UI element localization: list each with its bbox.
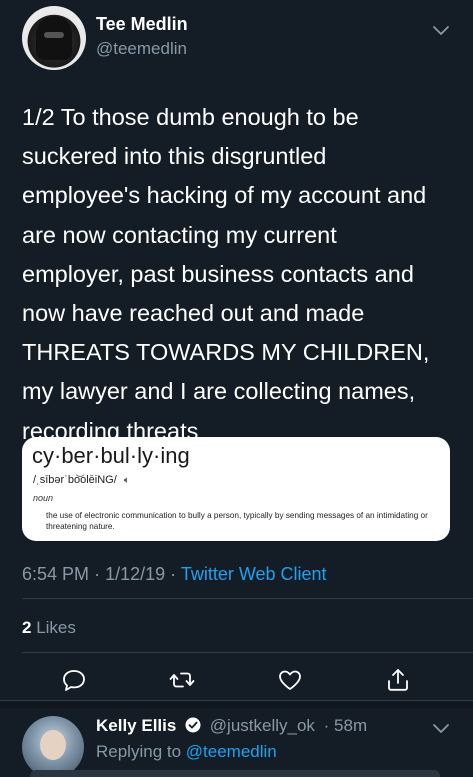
reply-time[interactable]: · 58m [324,716,367,735]
chevron-down-icon[interactable] [431,722,451,736]
tweet-text-line: are now contacting my current [22,221,337,248]
chevron-down-icon[interactable] [431,24,451,38]
compose-bar[interactable] [30,770,440,777]
tweet-text-line: now have reached out and made [22,300,365,327]
divider [22,652,473,653]
share-icon[interactable] [384,666,412,694]
verified-badge-icon [185,717,201,733]
tweet-date[interactable]: 1/12/19 [105,564,165,584]
replying-to-prefix: Replying to [96,742,182,761]
tweet-text-line: employee's hacking of my account and [22,182,427,209]
reply-author-name[interactable]: Kelly Ellis [96,716,176,735]
avatar-figure [36,16,72,60]
retweet-icon[interactable] [168,666,196,694]
tweet-meta: 6:54 PM · 1/12/19 · Twitter Web Client [22,564,327,585]
likes-number: 2 [22,618,32,637]
definition-pronunciation: /ˌsībərˈbo͝olēiNG/ 🔈︎ [33,474,130,486]
reply-author-handle[interactable]: @justkelly_ok [210,716,315,735]
definition-word: cy·ber·bul·ly·ing [32,443,190,468]
author-handle[interactable]: @teemedlin [96,39,187,59]
reply-author-avatar[interactable] [22,716,84,777]
reply-icon[interactable] [60,666,88,694]
tweet-client-link[interactable]: Twitter Web Client [181,564,327,584]
meta-separator: · [170,564,177,584]
divider [22,598,473,599]
pronunciation-text: /ˌsībərˈbo͝olēiNG/ [33,474,117,486]
reply-header: Kelly Ellis @justkelly_ok · 58m [96,716,367,736]
author-name[interactable]: Tee Medlin [96,14,188,35]
likes-count[interactable]: 2 Likes [22,618,76,638]
speaker-icon: 🔈︎ [123,475,130,486]
replying-to: Replying to @teemedlin [96,742,277,762]
likes-label: Likes [36,618,76,637]
tweet-text-line: suckered into this disgruntled [22,143,327,170]
definition-part-of-speech: noun [33,493,54,503]
author-avatar[interactable] [22,6,86,70]
heart-icon[interactable] [276,666,304,694]
definition-text: the use of electronic communication to b… [46,511,428,531]
action-bar [0,664,473,698]
meta-separator: · [94,564,101,584]
tweet-text-line: my lawyer and I are collecting names, [22,378,416,405]
attached-image-definition[interactable]: cy·ber·bul·ly·ing /ˌsībərˈbo͝olēiNG/ 🔈︎ … [22,437,450,541]
replying-to-mention[interactable]: @teemedlin [186,742,277,761]
tweet-text-line: employer, past business contacts and [22,260,414,287]
section-separator [0,700,473,708]
tweet-time[interactable]: 6:54 PM [22,564,89,584]
tweet-text-line: THREATS TOWARDS MY CHILDREN, [22,339,430,366]
tweet-text: 1/2 To those dumb enough to be suckered … [22,98,462,451]
tweet-text-line: 1/2 To those dumb enough to be [22,104,359,130]
